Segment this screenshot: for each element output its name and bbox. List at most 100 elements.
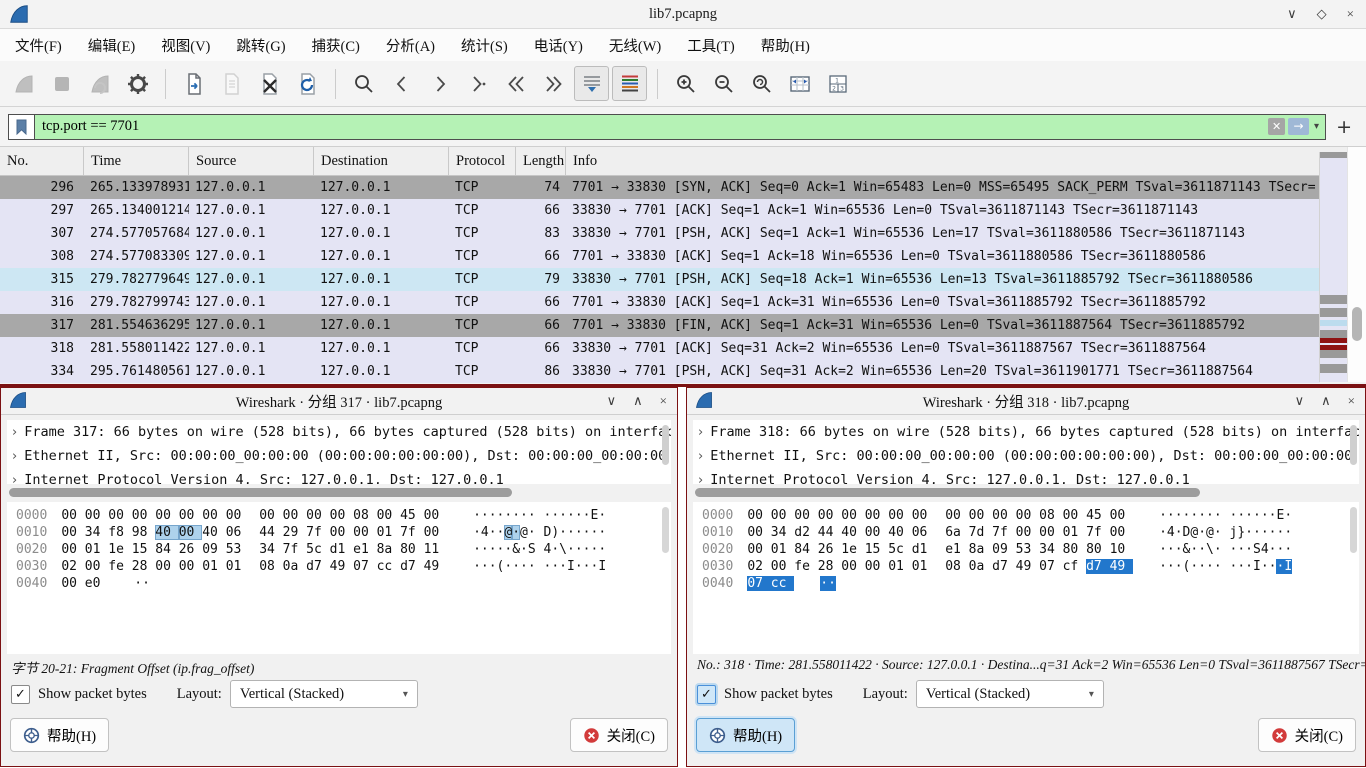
column-header-len[interactable]: Length (516, 147, 566, 175)
filter-add-button[interactable]: + (1326, 116, 1358, 138)
find-packet-icon[interactable] (346, 66, 381, 101)
dialog-unshade-button[interactable]: ∧ (633, 393, 643, 409)
packet-detail-tree[interactable]: ›Frame 317: 66 bytes on wire (528 bits),… (7, 420, 671, 484)
menu-item-analyze[interactable]: 分析(A) (373, 30, 448, 61)
resize-columns-icon[interactable] (782, 66, 817, 101)
menu-item-statistics[interactable]: 统计(S) (448, 30, 521, 61)
filter-bookmark-icon[interactable] (8, 114, 34, 140)
go-forward-icon[interactable] (422, 66, 457, 101)
menu-item-telephony[interactable]: 电话(Y) (521, 30, 596, 61)
layout-select[interactable]: Vertical (Stacked) ▾ (230, 680, 418, 708)
save-file-icon[interactable] (214, 66, 249, 101)
maximize-button[interactable]: ◇ (1317, 6, 1327, 22)
packet-row-315[interactable]: 315279.782779649127.0.0.1127.0.0.1TCP793… (0, 268, 1320, 291)
layout-123-icon[interactable]: 123 (820, 66, 855, 101)
column-header-no[interactable]: No. (0, 147, 84, 175)
column-header-proto[interactable]: Protocol (449, 147, 516, 175)
go-last-icon[interactable] (536, 66, 571, 101)
dialog-unshade-button[interactable]: ∧ (1321, 393, 1331, 409)
show-packet-bytes-checkbox[interactable]: ✓ Show packet bytes (11, 685, 147, 704)
filter-input[interactable] (34, 114, 1326, 140)
open-file-icon[interactable] (176, 66, 211, 101)
colorize-icon[interactable] (612, 66, 647, 101)
expand-chevron-icon[interactable]: › (698, 473, 703, 485)
show-packet-bytes-checkbox[interactable]: ✓ Show packet bytes (697, 685, 833, 704)
minimize-button[interactable]: ∨ (1287, 6, 1297, 22)
packet-row-307[interactable]: 307274.577057684127.0.0.1127.0.0.1TCP833… (0, 222, 1320, 245)
restart-capture-icon[interactable] (82, 66, 117, 101)
close-button[interactable]: 关闭(C) (570, 718, 668, 752)
tree-item-ethernet[interactable]: ›Ethernet II, Src: 00:00:00_00:00:00 (00… (693, 444, 1359, 468)
menu-item-view[interactable]: 视图(V) (148, 30, 223, 61)
packet-row-308[interactable]: 308274.577083309127.0.0.1127.0.0.1TCP667… (0, 245, 1320, 268)
tree-hscrollbar[interactable] (8, 487, 670, 498)
tree-vscrollbar[interactable] (1350, 425, 1357, 465)
tree-item-ip[interactable]: ›Internet Protocol Version 4, Src: 127.0… (693, 468, 1359, 484)
hex-dump-panel[interactable]: 000000 00 00 00 00 00 00 00 00 00 00 00 … (7, 502, 671, 654)
expand-chevron-icon[interactable]: › (12, 425, 17, 440)
close-button[interactable]: × (1347, 6, 1354, 22)
packet-row-296[interactable]: 296265.133978931127.0.0.1127.0.0.1TCP747… (0, 176, 1320, 199)
capture-options-icon[interactable] (120, 66, 155, 101)
expand-chevron-icon[interactable]: › (698, 449, 703, 464)
stop-capture-icon[interactable] (44, 66, 79, 101)
close-file-icon[interactable] (252, 66, 287, 101)
packet-row-316[interactable]: 316279.782799743127.0.0.1127.0.0.1TCP667… (0, 291, 1320, 314)
column-header-info[interactable]: Info (566, 147, 1348, 175)
menu-item-tools[interactable]: 工具(T) (674, 30, 748, 61)
hex-dump-panel[interactable]: 000000 00 00 00 00 00 00 00 00 00 00 00 … (693, 502, 1359, 654)
tree-hscrollbar[interactable] (694, 487, 1358, 498)
dialog-shade-button[interactable]: ∨ (1295, 393, 1305, 409)
packet-row-297[interactable]: 297265.134001214127.0.0.1127.0.0.1TCP663… (0, 199, 1320, 222)
menu-item-go[interactable]: 跳转(G) (223, 30, 298, 61)
packet-row-317[interactable]: 317281.554636295127.0.0.1127.0.0.1TCP667… (0, 314, 1320, 337)
filter-apply-icon[interactable]: → (1288, 118, 1309, 135)
go-first-icon[interactable] (498, 66, 533, 101)
tree-vscrollbar[interactable] (662, 425, 669, 465)
dialog-close-x-button[interactable]: × (1348, 393, 1355, 409)
help-button[interactable]: 帮助(H) (696, 718, 795, 752)
packet-row-318[interactable]: 318281.558011422127.0.0.1127.0.0.1TCP663… (0, 337, 1320, 360)
auto-scroll-icon[interactable] (574, 66, 609, 101)
packet-list-minimap[interactable] (1319, 152, 1348, 382)
packet-row-334[interactable]: 334295.761480561127.0.0.1127.0.0.1TCP863… (0, 360, 1320, 383)
close-button[interactable]: 关闭(C) (1258, 718, 1356, 752)
reload-file-icon[interactable] (290, 66, 325, 101)
column-header-src[interactable]: Source (189, 147, 314, 175)
menu-item-edit[interactable]: 编辑(E) (75, 30, 149, 61)
go-to-packet-icon[interactable] (460, 66, 495, 101)
expand-chevron-icon[interactable]: › (12, 473, 17, 485)
dialog-close-x-button[interactable]: × (660, 393, 667, 409)
menu-item-file[interactable]: 文件(F) (2, 30, 75, 61)
zoom-reset-icon[interactable] (744, 66, 779, 101)
column-header-time[interactable]: Time (84, 147, 189, 175)
expand-chevron-icon[interactable]: › (698, 425, 703, 440)
scrollbar-handle[interactable] (695, 488, 1200, 497)
scrollbar-handle[interactable] (9, 488, 512, 497)
zoom-in-icon[interactable] (668, 66, 703, 101)
menu-item-capture[interactable]: 捕获(C) (299, 30, 373, 61)
tree-item-ethernet[interactable]: ›Ethernet II, Src: 00:00:00_00:00:00 (00… (7, 444, 671, 468)
zoom-out-icon[interactable] (706, 66, 741, 101)
cell-info: 33830 → 7701 [PSH, ACK] Seq=1 Ack=1 Win=… (566, 226, 1320, 241)
tree-item-frame[interactable]: ›Frame 318: 66 bytes on wire (528 bits),… (693, 420, 1359, 444)
hex-vscrollbar[interactable] (662, 507, 669, 553)
filter-dropdown-caret-icon[interactable]: ▾ (1312, 121, 1321, 132)
tree-item-frame[interactable]: ›Frame 317: 66 bytes on wire (528 bits),… (7, 420, 671, 444)
layout-select[interactable]: Vertical (Stacked) ▾ (916, 680, 1104, 708)
dialog-shade-button[interactable]: ∨ (607, 393, 617, 409)
packet-list-scrollbar[interactable] (1347, 147, 1366, 382)
filter-clear-icon[interactable]: ✕ (1268, 118, 1285, 135)
dialog-titlebar: Wireshark · 分组 318 · lib7.pcapng ∨ ∧ × (687, 388, 1365, 415)
menu-item-wireless[interactable]: 无线(W) (596, 30, 674, 61)
hex-vscrollbar[interactable] (1350, 507, 1357, 553)
start-capture-icon[interactable] (6, 66, 41, 101)
help-button[interactable]: 帮助(H) (10, 718, 109, 752)
scrollbar-handle[interactable] (1352, 307, 1362, 341)
expand-chevron-icon[interactable]: › (12, 449, 17, 464)
menu-item-help[interactable]: 帮助(H) (748, 30, 823, 61)
go-back-icon[interactable] (384, 66, 419, 101)
column-header-dst[interactable]: Destination (314, 147, 449, 175)
tree-item-ip[interactable]: ›Internet Protocol Version 4, Src: 127.0… (7, 468, 671, 484)
packet-detail-tree[interactable]: ›Frame 318: 66 bytes on wire (528 bits),… (693, 420, 1359, 484)
